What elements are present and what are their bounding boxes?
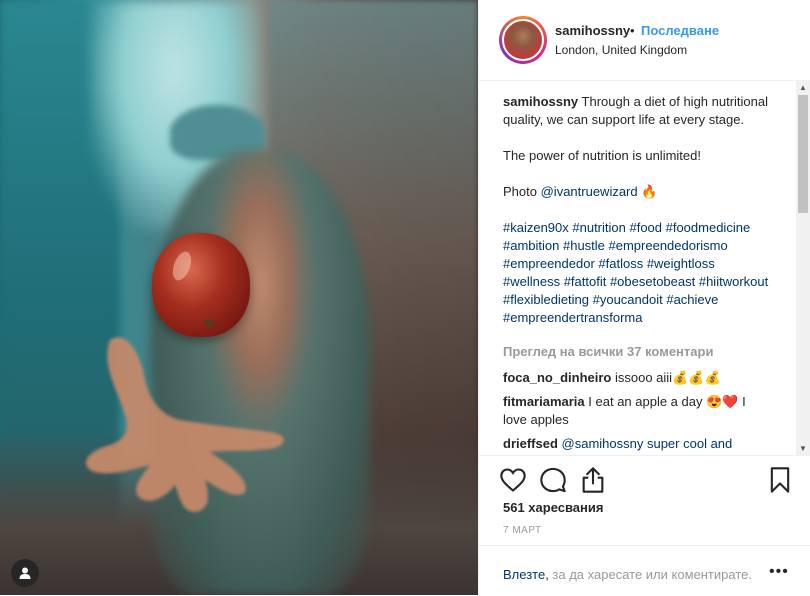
login-prompt-bar: Влезте, за да харесате или коментирате. … bbox=[479, 545, 810, 596]
apple-shine bbox=[169, 249, 195, 283]
caption-text-line2: The power of nutrition is unlimited! bbox=[503, 148, 701, 163]
scrollbar-thumb[interactable] bbox=[798, 95, 808, 213]
follow-button[interactable]: Последване bbox=[641, 23, 719, 38]
share-icon[interactable] bbox=[579, 466, 607, 494]
comments-panel[interactable]: samihossny Through a diet of high nutrit… bbox=[479, 81, 810, 455]
comment-item: foca_no_dinheiro issooo aiii💰💰💰 bbox=[503, 369, 771, 387]
comment-text: @samihossny super cool and bbox=[561, 436, 733, 451]
heart-icon[interactable] bbox=[499, 466, 527, 494]
comment-username[interactable]: foca_no_dinheiro bbox=[503, 370, 611, 385]
comment-item: fitmariamaria I eat an apple a day 😍❤️ I… bbox=[503, 393, 771, 429]
caption-username[interactable]: samihossny bbox=[503, 94, 578, 109]
action-bar bbox=[479, 455, 810, 504]
caption: samihossny Through a diet of high nutrit… bbox=[503, 93, 771, 327]
view-all-comments-link[interactable]: Преглед на всички 37 коментари bbox=[503, 343, 771, 361]
post-header: samihossny • Последване London, United K… bbox=[479, 0, 810, 81]
more-options-button[interactable]: ••• bbox=[769, 563, 789, 581]
comments-list: samihossny Through a diet of high nutrit… bbox=[503, 93, 771, 455]
photo-credit-prefix: Photo bbox=[503, 184, 537, 199]
photo-apple bbox=[152, 233, 250, 337]
post-sidebar: samihossny • Последване London, United K… bbox=[478, 0, 810, 595]
photo-hand bbox=[86, 337, 285, 512]
comment-icon[interactable] bbox=[539, 466, 567, 494]
scroll-down-arrow-icon[interactable]: ▼ bbox=[799, 444, 807, 453]
comment-username[interactable]: drieffsed bbox=[503, 436, 558, 451]
comment-item: drieffsed @samihossny super cool and bbox=[503, 435, 771, 453]
login-link[interactable]: Влезте, bbox=[503, 567, 549, 582]
scroll-up-arrow-icon[interactable]: ▲ bbox=[799, 83, 807, 92]
comment-text: issooo aiii💰💰💰 bbox=[614, 370, 721, 385]
fire-emoji: 🔥 bbox=[641, 184, 658, 199]
user-silhouette-icon bbox=[19, 567, 31, 579]
login-prompt-text: за да харесате или коментирате. bbox=[548, 567, 752, 582]
post-date[interactable]: 7 МАРТ bbox=[503, 525, 542, 536]
login-prompt: Влезте, за да харесате или коментирате. bbox=[503, 567, 752, 582]
separator-dot: • bbox=[630, 23, 635, 38]
bookmark-icon[interactable] bbox=[766, 466, 794, 494]
header-username[interactable]: samihossny bbox=[555, 23, 630, 38]
user-icon[interactable] bbox=[11, 559, 39, 587]
likes-count[interactable]: 561 харесвания bbox=[503, 500, 603, 515]
comments-scrollbar[interactable]: ▲ ▼ bbox=[796, 81, 810, 455]
post-photo bbox=[0, 0, 478, 595]
avatar[interactable] bbox=[499, 16, 547, 64]
avatar-image bbox=[502, 19, 544, 61]
comment-username[interactable]: fitmariamaria bbox=[503, 394, 585, 409]
photo-credit-mention[interactable]: @ivantruewizard bbox=[541, 184, 638, 199]
apple-stem bbox=[204, 319, 214, 327]
caption-hashtags[interactable]: #kaizen90x #nutrition #food #foodmedicin… bbox=[503, 219, 771, 327]
location-link[interactable]: London, United Kingdom bbox=[555, 43, 687, 57]
